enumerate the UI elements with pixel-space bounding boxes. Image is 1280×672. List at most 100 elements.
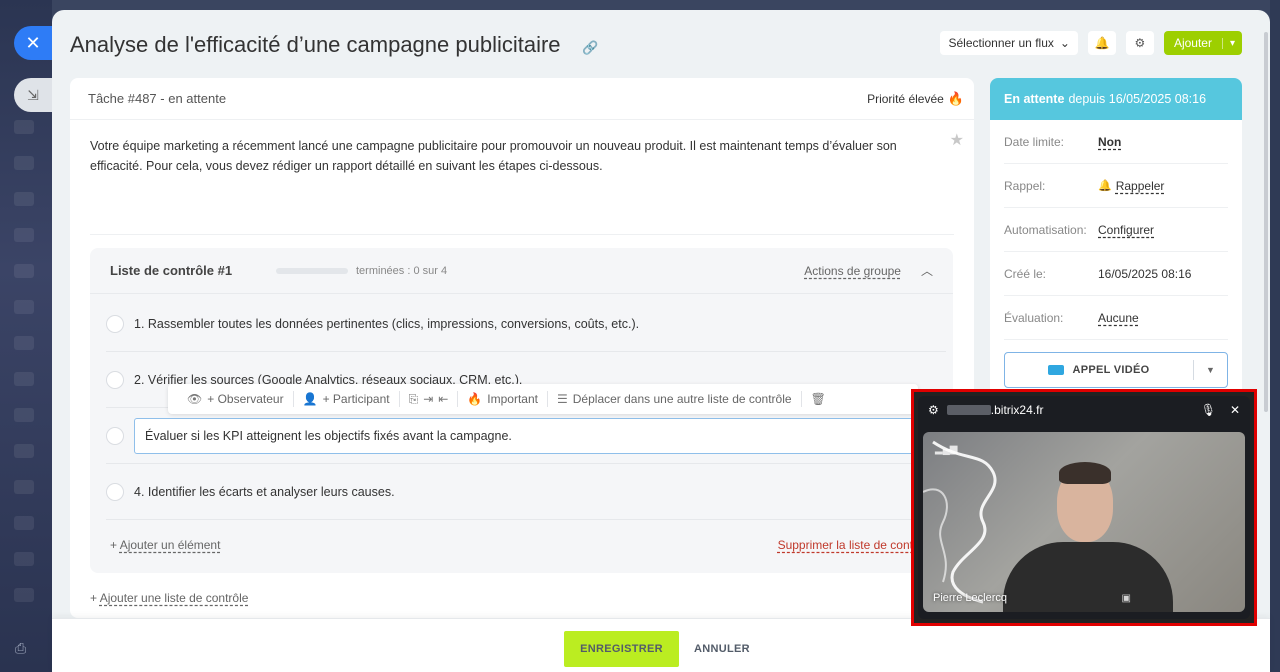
flow-select[interactable]: Sélectionner un flux ⌄ [940, 31, 1078, 55]
camera-icon: ▣ [1121, 593, 1131, 604]
delete-checklist-link[interactable]: Supprimer la liste de contrôle [778, 538, 933, 552]
automation-row: Automatisation: Configurer [1004, 208, 1228, 252]
rating-row: Évaluation: Aucune [1004, 296, 1228, 340]
add-observer-button[interactable]: 👁 + Observateur [178, 391, 294, 407]
outdent-icon[interactable]: ⇤ [438, 392, 448, 406]
eye-icon: 👁 [187, 392, 203, 406]
checklist-item-input-value: Évaluer si les KPI atteignent les object… [145, 428, 512, 443]
add-checklist-link[interactable]: + Ajouter une liste de contrôle [90, 591, 248, 605]
menu-icon[interactable] [14, 300, 34, 314]
signal-icon: ▂▄▆ [935, 444, 958, 455]
status-banner: En attente depuis 16/05/2025 08:16 [990, 78, 1242, 120]
menu-icon[interactable] [14, 336, 34, 350]
site-settings-icon[interactable]: ⚙ [928, 403, 939, 417]
add-button[interactable]: Ajouter ▾ [1163, 31, 1242, 55]
menu-icon[interactable] [14, 480, 34, 494]
menu-icon[interactable] [14, 552, 34, 566]
menu-icon[interactable] [14, 228, 34, 242]
menu-icon[interactable] [14, 588, 34, 602]
reminder-label: Rappel: [1004, 178, 1046, 193]
menu-icon[interactable] [14, 516, 34, 530]
close-slider-button[interactable]: ✕ [14, 26, 52, 60]
bottom-action-bar: ENREGISTRER ANNULER [52, 618, 1270, 672]
menu-icon[interactable] [14, 156, 34, 170]
add-participant-button[interactable]: 👤 + Participant [294, 391, 400, 407]
video-call-window: ⚙ .bitrix24.fr 🎙 ✕ ▂▄▆ ▣ Pierre Leclercq [918, 396, 1250, 619]
deadline-value[interactable]: Non [1098, 135, 1121, 149]
created-value: 16/05/2025 08:16 [1098, 266, 1192, 281]
checklist-item[interactable]: 1. Rassembler toutes les données pertine… [106, 296, 946, 352]
rating-label: Évaluation: [1004, 310, 1064, 325]
status-since: depuis 16/05/2025 08:16 [1068, 92, 1207, 106]
indent-icon[interactable]: ⇥ [423, 392, 433, 406]
minimize-slider-button[interactable]: ⇲ [14, 78, 52, 112]
video-call-titlebar: ⚙ .bitrix24.fr 🎙 ✕ [918, 396, 1250, 424]
checklist-item-text[interactable]: 1. Rassembler toutes les données pertine… [134, 317, 639, 331]
menu-icon[interactable] [14, 192, 34, 206]
delete-item-button[interactable]: 🗑 [802, 391, 835, 407]
attach-icon[interactable]: ⎘ [409, 392, 419, 407]
checklist-item[interactable]: 4. Identifier les écarts et analyser leu… [106, 464, 946, 520]
menu-icon[interactable] [14, 120, 34, 134]
important-button[interactable]: 🔥 Important [458, 391, 548, 407]
menu-icon[interactable] [14, 408, 34, 422]
list-icon: ☰ [557, 392, 568, 406]
created-row: Créé le: 16/05/2025 08:16 [1004, 252, 1228, 296]
link-icon[interactable]: 🔗 [582, 40, 598, 56]
task-number-status: Tâche #487 - en attente [88, 91, 227, 106]
flame-icon: 🔥 [467, 392, 483, 406]
video-call-button[interactable]: APPEL VIDÉO ▼ [1004, 352, 1228, 388]
video-feed[interactable]: ▂▄▆ ▣ Pierre Leclercq [923, 432, 1245, 612]
print-icon[interactable]: ⎙ [15, 640, 26, 657]
chevron-down-icon[interactable]: ▾ [1221, 37, 1242, 49]
add-item-link[interactable]: + Ajouter un élément [110, 538, 220, 552]
chevron-down-icon[interactable]: ▼ [1193, 360, 1227, 380]
close-icon: ✕ [25, 32, 41, 53]
checklist-item-text[interactable]: 4. Identifier les écarts et analyser leu… [134, 485, 395, 499]
divider [90, 234, 954, 235]
save-button[interactable]: ENREGISTRER [564, 631, 679, 667]
person-icon: 👤 [302, 392, 318, 406]
chevron-up-icon[interactable]: ︿ [921, 262, 933, 279]
checklist-item-checkbox[interactable] [106, 426, 124, 445]
checklist-footer: + Ajouter un élément Supprimer la liste … [110, 538, 933, 552]
checklist-item-input[interactable]: Évaluer si les KPI atteignent les object… [134, 417, 946, 454]
microphone-icon[interactable]: 🎙 [1201, 403, 1216, 417]
checklist-item-checkbox[interactable] [106, 314, 124, 333]
group-actions-link[interactable]: Actions de groupe [804, 264, 901, 278]
format-buttons: ⎘ ⇥ ⇤ [400, 391, 459, 407]
deadline-label: Date limite: [1004, 134, 1065, 149]
cancel-button[interactable]: ANNULER [694, 631, 750, 667]
task-card: Tâche #487 - en attente Priorité élevée … [70, 78, 974, 618]
checklist-item-checkbox[interactable] [106, 370, 124, 389]
video-call-main[interactable]: APPEL VIDÉO [1005, 364, 1193, 376]
checklist-progress-bar [276, 267, 348, 274]
header-actions: Sélectionner un flux ⌄ 🔔 ⚙ Ajouter ▾ [940, 31, 1242, 55]
task-sidebar: En attente depuis 16/05/2025 08:16 Date … [990, 78, 1242, 398]
checklist-item-editing[interactable]: Évaluer si les KPI atteignent les object… [106, 408, 946, 464]
settings-button[interactable]: ⚙ [1125, 31, 1154, 55]
menu-icon[interactable] [14, 264, 34, 278]
move-to-checklist-button[interactable]: ☰ Déplacer dans une autre liste de contrô… [548, 391, 802, 407]
move-to-checklist-label: Déplacer dans une autre liste de contrôl… [572, 392, 792, 406]
right-background-strip [1270, 0, 1280, 672]
deadline-row: Date limite: Non [1004, 120, 1228, 164]
menu-icon[interactable] [14, 444, 34, 458]
reminder-link[interactable]: Rappeler [1116, 179, 1165, 193]
priority-toggle[interactable]: Priorité élevée 🔥 [867, 91, 964, 107]
page-title: Analyse de l'efficacité d’une campagne p… [70, 32, 561, 57]
star-icon[interactable]: ★ [950, 130, 964, 150]
reminder-row: Rappel: 🔔 Rappeler [1004, 164, 1228, 208]
checklist-item-checkbox[interactable] [106, 482, 124, 501]
caller-name: Pierre Leclercq [933, 592, 1007, 604]
gear-icon: ⚙ [1134, 36, 1146, 50]
checklist-header: Liste de contrôle #1 terminées : 0 sur 4… [90, 248, 953, 294]
add-item-label: Ajouter un élément [119, 538, 221, 552]
close-icon[interactable]: ✕ [1230, 403, 1240, 417]
notification-button[interactable]: 🔔 [1087, 31, 1116, 55]
scrollbar[interactable] [1264, 32, 1268, 412]
automation-link[interactable]: Configurer [1098, 223, 1154, 237]
rating-link[interactable]: Aucune [1098, 311, 1139, 325]
menu-icon[interactable] [14, 372, 34, 386]
camera-icon [1048, 365, 1065, 375]
